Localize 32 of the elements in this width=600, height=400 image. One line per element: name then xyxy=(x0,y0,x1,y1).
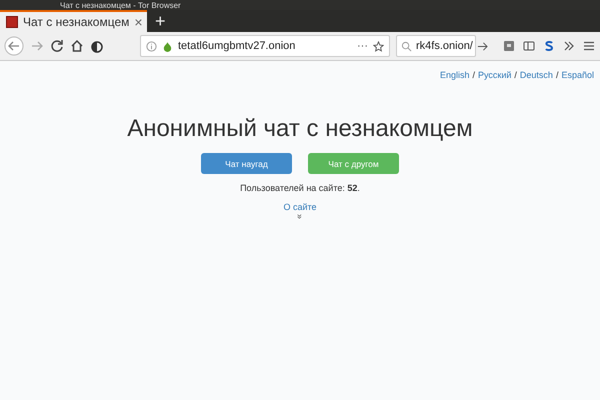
search-icon xyxy=(401,40,412,52)
about-link[interactable]: О сайте xyxy=(283,202,317,212)
language-link[interactable]: English xyxy=(440,70,470,80)
new-tab-button[interactable]: + xyxy=(147,10,174,32)
address-bar[interactable]: tetatl6umgbmtv27.onion ··· xyxy=(140,35,390,57)
language-separator: / xyxy=(514,70,517,80)
page-heading: Анонимный чат с незнакомцем xyxy=(127,115,473,143)
site-favicon-icon xyxy=(6,16,18,28)
language-link[interactable]: Deutsch xyxy=(520,70,553,80)
sidebar-icon[interactable] xyxy=(522,39,536,53)
page-actions-button[interactable]: ··· xyxy=(357,40,368,52)
overflow-chevron-icon[interactable] xyxy=(562,39,576,53)
close-tab-button[interactable]: × xyxy=(134,14,143,30)
go-arrow-icon[interactable] xyxy=(476,40,488,52)
info-icon xyxy=(146,40,157,52)
back-icon[interactable] xyxy=(4,36,24,56)
expand-chevron[interactable]: » xyxy=(296,214,304,219)
star-icon[interactable] xyxy=(373,40,384,52)
chat-button[interactable]: Чат наугад xyxy=(201,153,292,174)
browser-tab[interactable]: Чат с незнакомцем × xyxy=(0,10,147,32)
language-separator: / xyxy=(556,70,558,80)
onion-icon[interactable] xyxy=(90,39,104,53)
window-title: Чат с незнакомцем - Tor Browser xyxy=(60,0,181,10)
reload-icon[interactable] xyxy=(50,39,64,53)
home-icon[interactable] xyxy=(70,39,84,53)
users-online-text: Пользователей на сайте: 52. xyxy=(240,183,360,193)
onion-leaf-icon xyxy=(162,40,173,52)
language-link[interactable]: Español xyxy=(561,70,594,80)
library-icon[interactable] xyxy=(502,39,516,53)
language-separator: / xyxy=(472,70,475,80)
menu-icon[interactable] xyxy=(582,39,596,53)
language-link[interactable]: Русский xyxy=(478,70,512,80)
